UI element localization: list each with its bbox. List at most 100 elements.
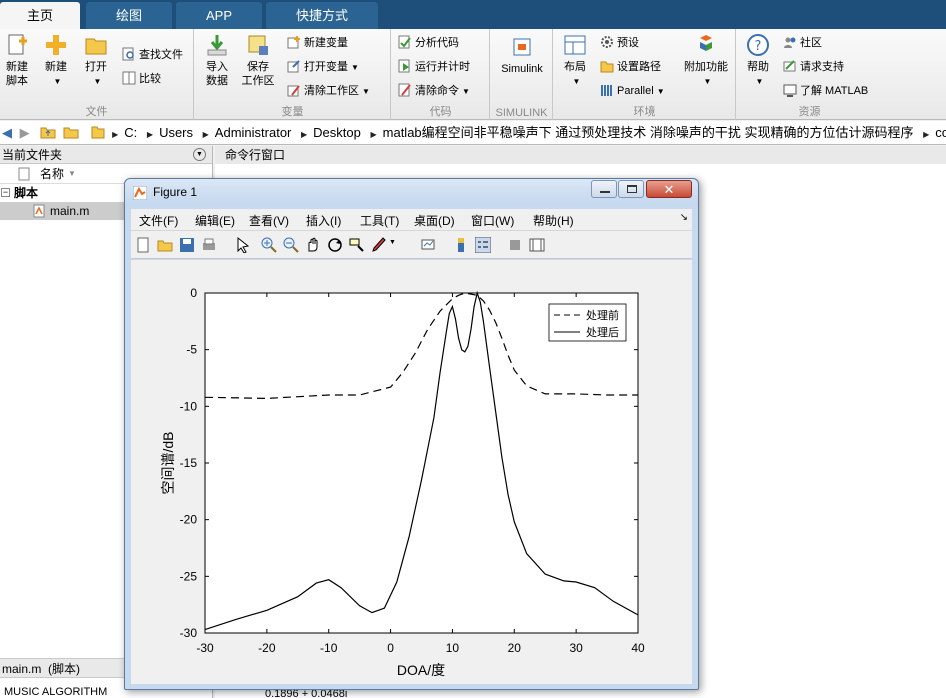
legend[interactable]: 处理前 处理后 — [548, 303, 627, 342]
figure-titlebar[interactable]: Figure 1 ✕ — [125, 179, 698, 206]
preferences-button[interactable]: 预设 — [600, 35, 639, 51]
new-variable-button[interactable]: 新建变量 — [287, 35, 348, 51]
pointer-icon[interactable] — [235, 237, 251, 253]
find-files-icon — [122, 47, 134, 61]
addons-button[interactable]: 附加功能 ▼ — [682, 33, 730, 89]
print-icon[interactable] — [201, 237, 217, 253]
parallel-button[interactable]: Parallel ▼ — [600, 83, 665, 100]
group-simulink-label: SIMULINK — [495, 107, 548, 119]
breadcrumb-item[interactable]: Users — [159, 121, 193, 144]
save-icon[interactable] — [179, 237, 195, 253]
find-files-button[interactable]: 查找文件 — [122, 47, 183, 63]
breadcrumb-item[interactable]: Desktop — [313, 121, 361, 144]
breadcrumb-item[interactable]: matlab编程空间非平稳噪声下 通过预处理技术 消除噪声的干扰 实现精确的方位… — [383, 121, 914, 144]
file-type-column-icon — [18, 167, 30, 181]
minimize-icon — [600, 191, 610, 193]
browse-folder-icon[interactable] — [63, 125, 79, 139]
simulink-button[interactable]: Simulink — [497, 35, 547, 76]
group-environment-label: 环境 — [633, 106, 656, 118]
compare-button[interactable]: 比较 — [122, 71, 161, 87]
figure-menu-help[interactable]: 帮助(H) — [533, 212, 574, 229]
zoom-in-icon[interactable] — [261, 237, 277, 253]
import-data-button[interactable]: 导入 数据 — [201, 33, 233, 88]
figure-menu-edit[interactable]: 编辑(E) — [195, 212, 235, 229]
chevron-down-icon[interactable]: ▼ — [389, 239, 396, 246]
close-button[interactable]: ✕ — [646, 180, 692, 198]
save-workspace-icon — [248, 35, 268, 55]
data-cursor-icon[interactable] — [349, 237, 365, 253]
minimize-button[interactable] — [591, 180, 617, 198]
current-folder-address-bar[interactable]: ◀ ▶ ▶ C: ▶ Users ▶ Administrator ▶ Desktop ▶… — [0, 121, 946, 145]
addons-icon — [700, 35, 712, 51]
legend-icon[interactable] — [475, 237, 491, 253]
community-button[interactable]: 社区 — [783, 35, 822, 51]
layout-button[interactable]: 布局 ▼ — [560, 33, 590, 89]
hide-plot-tools-icon[interactable] — [507, 237, 523, 253]
tab-plots[interactable]: 绘图 — [86, 2, 172, 29]
new-figure-icon[interactable] — [135, 237, 151, 253]
save-workspace-button[interactable]: 保存 工作区 — [241, 33, 275, 88]
help-button[interactable]: ? 帮助 ▼ — [743, 33, 773, 89]
figure-menu-insert[interactable]: 插入(I) — [306, 212, 341, 229]
up-folder-icon[interactable] — [40, 125, 56, 139]
toolbar-dock-icon[interactable]: ↘ — [680, 212, 688, 223]
parallel-icon — [601, 85, 612, 96]
request-support-button[interactable]: 请求支持 — [783, 59, 844, 75]
breadcrumb-item[interactable]: code — [935, 121, 946, 144]
breadcrumb-item[interactable]: Administrator — [215, 121, 292, 144]
group-resources-label: 资源 — [798, 106, 821, 118]
learn-matlab-button[interactable]: 了解 MATLAB — [783, 83, 868, 99]
set-path-button[interactable]: 设置路径 — [600, 59, 661, 75]
show-plot-tools-icon[interactable] — [529, 237, 545, 253]
addons-label: 附加功能 — [684, 61, 728, 73]
figure-canvas[interactable]: -30 -20 -10 0 10 20 30 40 0 -5 -10 -15 -20 -25 -30 DOA… — [131, 260, 692, 684]
brush-icon[interactable] — [371, 237, 387, 253]
current-folder-title-text: 当前文件夹 — [2, 148, 63, 162]
figure-menu-desktop[interactable]: 桌面(D) — [414, 212, 455, 229]
open-variable-icon — [287, 60, 300, 73]
open-variable-button[interactable]: 打开变量 ▼ — [287, 59, 359, 76]
link-plot-icon[interactable] — [421, 237, 437, 253]
parallel-label: Parallel — [617, 85, 654, 97]
request-support-icon — [783, 60, 796, 72]
maximize-button[interactable] — [618, 180, 644, 198]
spatial-spectrum-plot[interactable]: -30 -20 -10 0 10 20 30 40 0 -5 -10 -15 -20 -25 -30 DOA… — [131, 260, 692, 684]
forward-arrow-icon[interactable]: ▶ — [20, 121, 34, 144]
toolstrip-ribbon: 新建 脚本 新建 ▼ 打开 ▼ 查找文件 比较 文件 导入 数据 保存 工作区 新建… — [0, 29, 946, 120]
collapse-icon[interactable]: − — [1, 188, 10, 197]
figure-toolbar: ▼ — [131, 231, 692, 259]
figure-window[interactable]: Figure 1 ✕ 文件(F) 编辑(E) 查看(V) 插入(I) 工具(T)… — [124, 178, 699, 690]
rotate-3d-icon[interactable] — [327, 237, 343, 253]
open-file-icon[interactable] — [157, 237, 173, 253]
figure-menu-tools[interactable]: 工具(T) — [360, 212, 399, 229]
clear-workspace-button[interactable]: 清除工作区 ▼ — [287, 83, 370, 100]
new-script-button[interactable]: 新建 脚本 — [2, 33, 32, 88]
folder-open-icon — [85, 38, 107, 55]
legend-entry-before: 处理前 — [586, 308, 619, 322]
current-folder-title: 当前文件夹 ▼ — [0, 146, 212, 164]
tab-home[interactable]: 主页 — [0, 2, 80, 29]
command-window-title: 命令行窗口 — [215, 146, 946, 164]
open-button[interactable]: 打开 ▼ — [80, 33, 112, 89]
new-button[interactable]: 新建 ▼ — [40, 33, 72, 89]
back-arrow-icon[interactable]: ◀ — [2, 121, 16, 144]
zoom-out-icon[interactable] — [283, 237, 299, 253]
run-and-time-button[interactable]: 运行并计时 — [398, 59, 470, 75]
new-plus-icon — [46, 35, 66, 55]
colorbar-icon[interactable] — [453, 237, 469, 253]
name-column-header[interactable]: 名称 — [40, 164, 64, 184]
figure-menu-file[interactable]: 文件(F) — [139, 212, 178, 229]
pan-hand-icon[interactable] — [305, 237, 321, 253]
learn-matlab-icon — [783, 84, 797, 97]
tab-apps[interactable]: APP — [176, 2, 262, 29]
tab-shortcuts[interactable]: 快捷方式 — [266, 2, 378, 29]
breadcrumb-item[interactable]: C: — [124, 121, 137, 144]
panel-menu-icon[interactable]: ▼ — [193, 148, 206, 161]
analyze-code-button[interactable]: 分析代码 — [398, 35, 459, 51]
new-variable-label: 新建变量 — [304, 37, 348, 49]
figure-menu-window[interactable]: 窗口(W) — [471, 212, 514, 229]
clear-commands-button[interactable]: 清除命令 ▼ — [398, 83, 470, 100]
figure-menu-view[interactable]: 查看(V) — [249, 212, 289, 229]
breadcrumb-separator: ▶ — [112, 130, 119, 139]
save-workspace-label: 保存 工作区 — [241, 61, 275, 87]
